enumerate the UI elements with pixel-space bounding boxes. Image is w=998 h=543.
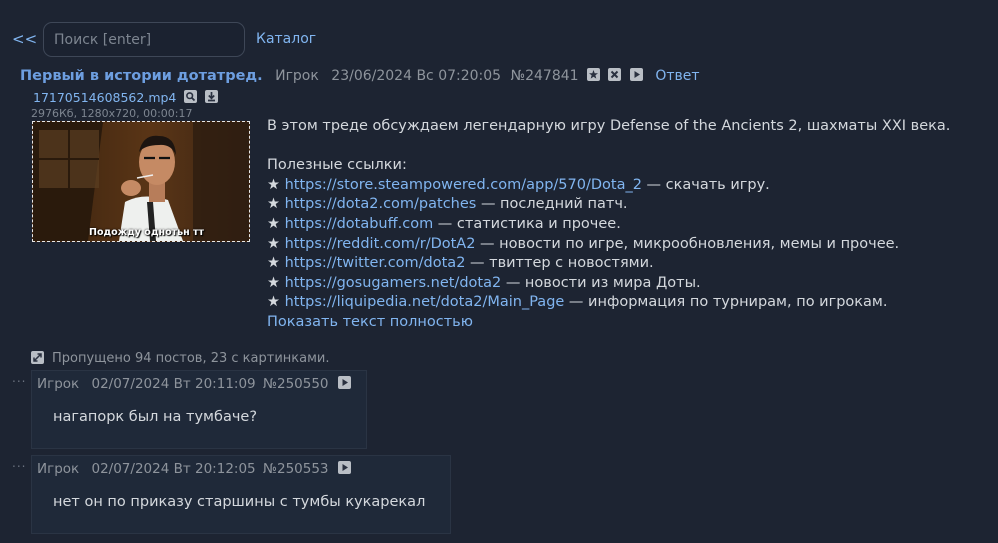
intro-text: В этом треде обсуждаем легендарную игру … [267, 118, 951, 134]
download-icon[interactable] [205, 90, 219, 103]
poster-name: Игрок [37, 461, 80, 477]
post-datetime: 02/07/2024 Вт 20:11:09 [91, 376, 256, 392]
expand-icon[interactable] [31, 351, 44, 364]
star-icon[interactable] [587, 68, 600, 81]
link-row: ★ https://twitter.com/dota2 — твиттер с … [267, 254, 950, 274]
play-icon[interactable] [337, 461, 351, 474]
post-datetime: 23/06/2024 Вс 07:20:05 [331, 68, 502, 84]
link-description: — информация по турнирам, по игрокам. [564, 294, 888, 311]
link-row: ★ https://store.steampowered.com/app/570… [267, 176, 950, 196]
links-heading: Полезные ссылки: [267, 157, 407, 174]
link-description: — последний патч. [476, 196, 628, 213]
post-number[interactable]: №250553 [263, 461, 329, 477]
link-row: ★ https://dota2.com/patches — последний … [267, 195, 950, 215]
post-datetime: 02/07/2024 Вт 20:12:05 [91, 461, 256, 477]
reply-post: Игрок 02/07/2024 Вт 20:11:09 №250550 наг… [31, 370, 367, 449]
file-attachment: 17170514608562.mp4 [33, 90, 219, 105]
magnify-icon[interactable] [184, 90, 198, 103]
external-link[interactable]: https://gosugamers.net/dota2 [285, 275, 502, 291]
reply-link[interactable]: Ответ [655, 68, 699, 84]
back-link[interactable]: << [12, 30, 37, 48]
link-description: — статистика и прочее. [433, 215, 621, 232]
reply-indent-dots: ... [12, 371, 27, 385]
link-row: ★ https://gosugamers.net/dota2 — новости… [267, 274, 950, 294]
star-bullet-icon: ★ [267, 215, 280, 232]
star-bullet-icon: ★ [267, 176, 280, 193]
link-description: — скачать игру. [641, 176, 770, 193]
poster-name: Игрок [275, 68, 319, 84]
reply-indent-dots: ... [12, 456, 27, 470]
external-link[interactable]: https://dota2.com/patches [285, 196, 477, 212]
thumbnail-caption: Подожду однотьн тт [89, 227, 204, 238]
op-post-body: В этом треде обсуждаем легендарную игру … [267, 117, 950, 333]
link-row: ★ https://liquipedia.net/dota2/Main_Page… [267, 293, 950, 313]
show-full-text-link[interactable]: Показать текст полностью [267, 314, 473, 330]
close-icon[interactable] [608, 68, 622, 81]
reply-post-header: Игрок 02/07/2024 Вт 20:11:09 №250550 [37, 376, 351, 392]
links-list: ★ https://store.steampowered.com/app/570… [267, 176, 950, 313]
post-number[interactable]: №250550 [263, 376, 329, 392]
thread-title: Первый в истории дотатред. [20, 68, 263, 84]
link-row: ★ https://dotabuff.com — статистика и пр… [267, 215, 950, 235]
link-description: — твиттер с новостями. [465, 255, 654, 272]
play-icon[interactable] [629, 68, 643, 81]
star-bullet-icon: ★ [267, 235, 280, 252]
omitted-text: Пропущено 94 постов, 23 с картинками. [52, 351, 330, 366]
top-navigation: << Каталог [0, 0, 998, 70]
link-row: ★ https://reddit.com/r/DotA2 — новости п… [267, 235, 950, 255]
reply-post-header: Игрок 02/07/2024 Вт 20:12:05 №250553 [37, 461, 351, 477]
video-thumbnail[interactable]: Подожду однотьн тт [32, 121, 250, 242]
external-link[interactable]: https://liquipedia.net/dota2/Main_Page [285, 294, 565, 310]
external-link[interactable]: https://reddit.com/r/DotA2 [285, 236, 476, 252]
reply-text: нет он по приказу старшины с тумбы кукар… [53, 494, 426, 510]
play-icon[interactable] [337, 376, 351, 389]
search-input[interactable] [43, 22, 245, 57]
star-bullet-icon: ★ [267, 274, 280, 291]
reply-post: Игрок 02/07/2024 Вт 20:12:05 №250553 нет… [31, 455, 451, 534]
external-link[interactable]: https://dotabuff.com [285, 216, 434, 232]
op-post-header: Первый в истории дотатред. Игрок 23/06/2… [20, 68, 700, 84]
star-bullet-icon: ★ [267, 255, 280, 272]
catalog-link[interactable]: Каталог [256, 31, 316, 47]
star-bullet-icon: ★ [267, 196, 280, 213]
poster-name: Игрок [37, 376, 80, 392]
star-bullet-icon: ★ [267, 294, 280, 311]
link-description: — новости по игре, микрообновления, мемы… [475, 235, 900, 252]
post-number[interactable]: №247841 [511, 68, 579, 84]
file-info: 2976Кб, 1280x720, 00:00:17 [31, 107, 193, 120]
file-name-link[interactable]: 17170514608562.mp4 [33, 90, 176, 105]
reply-text: нагапорк был на тумбаче? [53, 409, 258, 425]
external-link[interactable]: https://store.steampowered.com/app/570/D… [285, 177, 642, 193]
link-description: — новости из мира Доты. [501, 274, 701, 291]
external-link[interactable]: https://twitter.com/dota2 [285, 255, 466, 271]
omitted-posts: Пропущено 94 постов, 23 с картинками. [31, 351, 329, 366]
